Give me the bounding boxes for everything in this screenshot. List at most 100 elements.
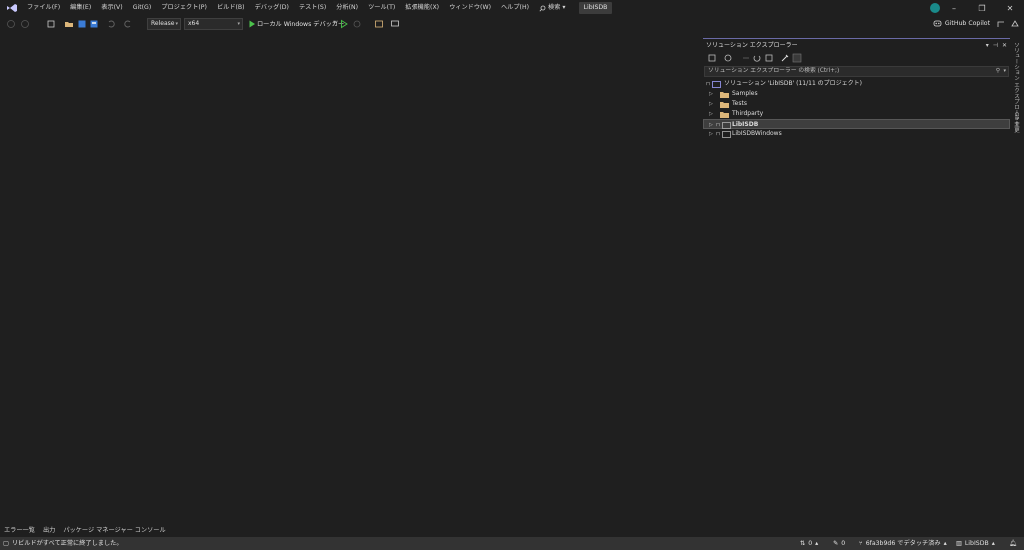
expand-arrow-icon[interactable]: ▷ <box>709 129 713 139</box>
solution-name-badge: LibISDB <box>578 2 613 14</box>
solution-tree: ⊓ ソリューション 'LibISDB' (11/11 のプロジェクト) ▷ Sa… <box>703 79 1010 139</box>
notification-bell-icon[interactable]: 🔔︎ <box>1009 537 1017 550</box>
play-icon[interactable] <box>247 19 257 29</box>
repository-icon: ▥ <box>956 540 962 547</box>
editor-area[interactable] <box>0 34 700 521</box>
configuration-value: Release <box>151 20 175 27</box>
solution-explorer-icon[interactable] <box>374 19 384 29</box>
branch-label: 6fa3b9d6 でデタッチ済み <box>865 540 941 547</box>
pending-changes-icon[interactable] <box>741 53 751 63</box>
minimize-icon[interactable]: – <box>940 0 968 16</box>
menu-view[interactable]: 表示(V) <box>96 0 127 16</box>
menu-tools[interactable]: ツール(T) <box>363 0 400 16</box>
tab-output[interactable]: 出力 <box>39 525 59 534</box>
menu-debug[interactable]: デバッグ(D) <box>250 0 294 16</box>
tree-item-tests[interactable]: ▷ Tests <box>703 99 1010 109</box>
expand-arrow-icon[interactable]: ▷ <box>709 89 713 99</box>
platform-select[interactable]: x64 ▾ <box>184 18 243 30</box>
avatar[interactable] <box>930 3 940 13</box>
tree-item-libisdbwindows[interactable]: ▷ ⊓ LibISDBWindows <box>703 129 1010 139</box>
menu-help[interactable]: ヘルプ(H) <box>496 0 534 16</box>
tree-item-libisdb[interactable]: ▷ ⊓ LibISDB <box>703 119 1010 129</box>
menu-window[interactable]: ウィンドウ(W) <box>444 0 496 16</box>
menu-project[interactable]: プロジェクト(P) <box>156 0 212 16</box>
menu-git[interactable]: Git(G) <box>128 0 157 16</box>
search-button[interactable]: 検索 ▾ <box>534 0 570 16</box>
start-debugging-button[interactable]: ローカル Windows デバッガー <box>257 19 344 28</box>
solution-explorer-toolbar <box>703 51 1010 65</box>
tab-error-list[interactable]: エラー一覧 <box>0 525 39 534</box>
arrow-up-down-icon: ⇅ <box>800 540 806 547</box>
error-count-button[interactable]: ⇅ 0 ▴ <box>800 537 818 550</box>
status-message: リビルドがすべて正常に終了しました。 <box>11 540 123 547</box>
menu-extensions[interactable]: 拡張機能(X) <box>400 0 444 16</box>
save-all-icon[interactable] <box>89 19 99 29</box>
share-icon[interactable] <box>996 19 1006 29</box>
github-copilot-button[interactable]: GitHub Copilot <box>933 19 990 27</box>
folder-icon <box>720 112 729 118</box>
back-icon[interactable] <box>6 19 16 29</box>
undo-icon[interactable] <box>106 19 116 29</box>
tree-item-samples[interactable]: ▷ Samples <box>703 89 1010 99</box>
menu-test[interactable]: テスト(S) <box>294 0 331 16</box>
menu-bar: ファイル(F) 編集(E) 表示(V) Git(G) プロジェクト(P) ビルド… <box>0 0 1024 16</box>
solution-root-item[interactable]: ⊓ ソリューション 'LibISDB' (11/11 のプロジェクト) <box>703 79 1010 89</box>
menu-analyze[interactable]: 分析(N) <box>331 0 363 16</box>
solution-explorer-title-bar: ソリューション エクスプローラー ▾ ⊣ ✕ <box>703 40 1010 51</box>
expand-arrow-icon[interactable]: ▷ <box>709 109 713 119</box>
preview-icon[interactable] <box>792 53 802 63</box>
save-icon[interactable] <box>77 19 87 29</box>
configuration-select[interactable]: Release ▾ <box>147 18 181 30</box>
tree-item-label: Tests <box>732 100 747 107</box>
restore-icon[interactable]: ❐ <box>968 0 996 16</box>
platform-value: x64 <box>188 20 200 27</box>
start-without-debugging-icon[interactable] <box>339 19 349 29</box>
pin-icon[interactable]: ⊣ <box>993 40 998 51</box>
edits-count: 0 <box>841 540 846 547</box>
chevron-down-icon[interactable]: ▾ <box>333 19 336 26</box>
tab-package-manager-console[interactable]: パッケージ マネージャー コンソール <box>59 525 169 534</box>
branch-button[interactable]: ⑂ 6fa3b9d6 でデタッチ済み ▴ <box>859 537 947 550</box>
solution-explorer-panel: ソリューション エクスプローラー ▾ ⊣ ✕ ソリューション エクスプローラー … <box>703 38 1010 521</box>
search-icon[interactable]: ⚲ <box>996 67 1000 76</box>
close-icon[interactable]: ✕ <box>1002 40 1007 51</box>
new-project-icon[interactable] <box>46 19 56 29</box>
collapse-all-icon[interactable] <box>764 53 774 63</box>
dropdown-icon[interactable]: ▾ <box>986 40 989 51</box>
folder-icon <box>720 92 729 98</box>
close-icon[interactable]: ✕ <box>996 0 1024 16</box>
main-toolbar: Release ▾ x64 ▾ ローカル Windows デバッガー ▾ Git… <box>0 16 1024 33</box>
tab-git-changes[interactable]: Git 変更 <box>1012 112 1020 133</box>
tree-item-thirdparty[interactable]: ▷ Thirdparty <box>703 109 1010 119</box>
visual-studio-logo-icon[interactable] <box>6 3 18 13</box>
side-tab-strip: ソリューション エクスプローラー Git 変更 <box>1010 38 1024 521</box>
chevron-down-icon[interactable]: ▾ <box>1003 67 1006 76</box>
menu-file[interactable]: ファイル(F) <box>22 0 65 16</box>
tree-item-label: LibISDBWindows <box>732 130 782 137</box>
folder-icon <box>720 102 729 108</box>
menu-build[interactable]: ビルド(B) <box>212 0 250 16</box>
bottom-tool-tabs: エラー一覧 出力 パッケージ マネージャー コンソール <box>0 521 700 537</box>
home-icon[interactable] <box>707 53 717 63</box>
notifications-icon[interactable] <box>1010 19 1020 29</box>
refresh-icon[interactable] <box>752 53 762 63</box>
search-icon <box>539 5 546 11</box>
repository-button[interactable]: ▥ LibISDB ▴ <box>956 537 995 550</box>
redo-icon[interactable] <box>123 19 133 29</box>
properties-icon[interactable] <box>780 53 790 63</box>
status-message-item: ▢ リビルドがすべて正常に終了しました。 <box>3 537 123 550</box>
feedback-icon[interactable] <box>390 19 400 29</box>
expand-arrow-icon[interactable]: ▷ <box>709 99 713 109</box>
forward-icon[interactable] <box>20 19 30 29</box>
menu-edit[interactable]: 編集(E) <box>65 0 96 16</box>
window-controls: – ❐ ✕ <box>940 0 1024 16</box>
open-folder-icon[interactable] <box>64 19 74 29</box>
edits-count-button[interactable]: ✎ 0 <box>833 537 845 550</box>
copilot-label: GitHub Copilot <box>944 19 990 27</box>
sync-icon[interactable] <box>723 53 733 63</box>
cpp-project-icon <box>722 131 731 138</box>
tree-item-label: Samples <box>732 90 758 97</box>
hot-reload-icon[interactable] <box>352 19 362 29</box>
solution-explorer-search-input[interactable]: ソリューション エクスプローラー の検索 (Ctrl+;) ⚲ ▾ <box>704 66 1009 77</box>
solution-label: ソリューション 'LibISDB' (11/11 のプロジェクト) <box>724 80 863 87</box>
